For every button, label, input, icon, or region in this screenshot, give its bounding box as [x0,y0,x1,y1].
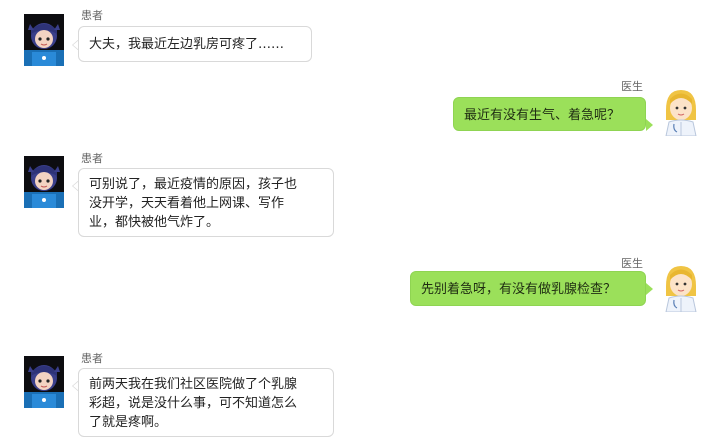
message-bubble: 前两天我在我们社区医院做了个乳腺 彩超，说是没什么事，可不知道怎么 了就是疼啊。 [78,368,334,437]
sender-name: 医生 [621,257,643,270]
message-bubble: 可别说了，最近疫情的原因，孩子也 没开学，天天看着他上网课、写作 业，都快被他气… [78,168,334,237]
chat-conversation: 患者 大夫，我最近左边乳房可疼了…… 医生 最近有没有生气、着急呢？ 患者 可别… [0,0,726,444]
doctor-avatar-icon [660,84,702,136]
bubble-tail [646,283,653,295]
message-bubble: 大夫，我最近左边乳房可疼了…… [78,26,312,62]
sender-name: 患者 [81,352,103,365]
message-bubble: 最近有没有生气、着急呢？ [453,97,646,131]
sender-name: 医生 [621,80,643,93]
patient-avatar-icon [24,156,64,208]
sender-name: 患者 [81,9,103,22]
patient-avatar-icon [24,356,64,408]
message-bubble: 先别着急呀，有没有做乳腺检查？ [410,271,646,306]
bubble-tail [646,119,653,131]
sender-name: 患者 [81,152,103,165]
patient-avatar-icon [24,14,64,66]
doctor-avatar-icon [660,260,702,312]
